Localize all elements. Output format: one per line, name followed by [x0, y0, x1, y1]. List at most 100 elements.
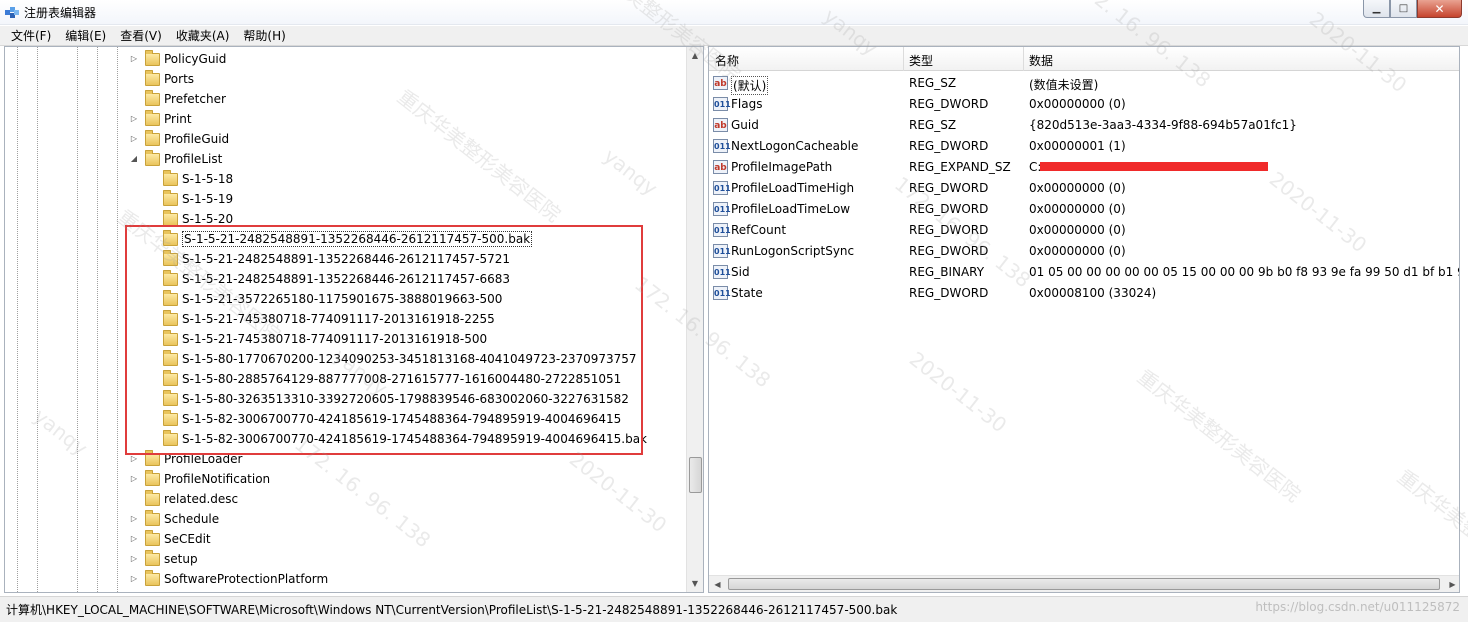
value-name: ProfileLoadTimeLow: [731, 202, 851, 216]
registry-editor-icon: [5, 7, 19, 18]
redaction-mark: [1040, 162, 1268, 171]
tree-item[interactable]: ▷ SoftwareProtectionPlatform: [5, 569, 665, 589]
tree-item[interactable]: ▷ ProfileGuid: [5, 129, 665, 149]
folder-icon: [163, 190, 178, 206]
collapsed-arrow-icon[interactable]: ▷: [129, 114, 139, 124]
tree-item[interactable]: ▷ Schedule: [5, 509, 665, 529]
value-type: REG_EXPAND_SZ: [909, 160, 1011, 174]
tree-item-label: Schedule: [164, 512, 220, 526]
value-name: ProfileLoadTimeHigh: [731, 181, 855, 195]
binary-value-icon: 011: [713, 181, 731, 195]
value-row[interactable]: 011 Sid REG_BINARY 01 05 00 00 00 00 00 05 …: [709, 262, 1459, 283]
tree-item-label: setup: [164, 552, 198, 566]
window-title: 注册表编辑器: [24, 6, 97, 20]
value-row[interactable]: 011 RefCount REG_DWORD 0x00000000 (0): [709, 220, 1459, 241]
tree-item[interactable]: ▷ setup: [5, 549, 665, 569]
tree-item[interactable]: ▷ ProfileNotification: [5, 469, 665, 489]
column-type[interactable]: 类型: [909, 52, 933, 69]
expanded-arrow-icon[interactable]: ◢: [129, 154, 139, 164]
status-bar-path: 计算机\HKEY_LOCAL_MACHINE\SOFTWARE\Microsof…: [0, 596, 1468, 622]
tree-item[interactable]: ◢ ProfileList: [5, 149, 665, 169]
value-row[interactable]: 011 RunLogonScriptSync REG_DWORD 0x00000000…: [709, 241, 1459, 262]
value-type: REG_DWORD: [909, 181, 989, 195]
menu-bar: 文件(F) 编辑(E) 查看(V) 收藏夹(A) 帮助(H): [0, 26, 1468, 46]
collapsed-arrow-icon[interactable]: ▷: [129, 54, 139, 64]
binary-value-icon: 011: [713, 244, 731, 258]
column-name[interactable]: 名称: [715, 52, 739, 69]
binary-value-icon: 011: [713, 97, 731, 111]
value-data: {820d513e-3aa3-4334-9f88-694b57a01fc1}: [1029, 118, 1297, 132]
value-type: REG_DWORD: [909, 286, 989, 300]
scroll-up-icon[interactable]: ▲: [687, 47, 703, 64]
folder-icon: [145, 70, 160, 86]
value-name: Sid: [731, 265, 750, 279]
tree-item-label: SeCEdit: [164, 532, 211, 546]
value-row[interactable]: ab (默认) REG_SZ (数值未设置): [709, 73, 1459, 95]
close-button[interactable]: ✕: [1417, 0, 1462, 18]
tree-vertical-scrollbar[interactable]: ▲ ▼: [686, 47, 703, 592]
tree-item[interactable]: Prefetcher: [5, 89, 665, 109]
value-row[interactable]: 011 Flags REG_DWORD 0x00000000 (0): [709, 94, 1459, 115]
value-name: RunLogonScriptSync: [731, 244, 855, 258]
tree-item[interactable]: S-1-5-19: [5, 189, 665, 209]
maximize-button[interactable]: □: [1390, 0, 1417, 18]
tree-item-label: S-1-5-20: [182, 212, 234, 226]
folder-icon: [145, 150, 160, 166]
folder-icon: [163, 170, 178, 186]
tree-item-label: ProfileGuid: [164, 132, 230, 146]
value-name: (默认): [731, 76, 769, 95]
value-row[interactable]: 011 State REG_DWORD 0x00008100 (33024): [709, 283, 1459, 304]
tree-item[interactable]: ▷ Print: [5, 109, 665, 129]
collapsed-arrow-icon[interactable]: ▷: [129, 554, 139, 564]
folder-icon: [145, 510, 160, 526]
value-row[interactable]: 011 NextLogonCacheable REG_DWORD 0x00000001…: [709, 136, 1459, 157]
scroll-thumb[interactable]: [728, 578, 1440, 590]
key-tree-pane[interactable]: ▷ PolicyGuid Ports Prefetcher ▷ Print ▷ Profile…: [4, 46, 704, 593]
value-row[interactable]: 011 ProfileLoadTimeHigh REG_DWORD 0x0000000…: [709, 178, 1459, 199]
tree-item-label: ProfileNotification: [164, 472, 271, 486]
tree-item[interactable]: S-1-5-18: [5, 169, 665, 189]
collapsed-arrow-icon[interactable]: ▷: [129, 454, 139, 464]
tree-item-label: Print: [164, 112, 192, 126]
tree-item-label: ProfileList: [164, 152, 223, 166]
scroll-right-icon[interactable]: ▶: [1444, 576, 1459, 592]
column-data[interactable]: 数据: [1029, 52, 1053, 69]
value-row[interactable]: 011 ProfileLoadTimeLow REG_DWORD 0x00000000…: [709, 199, 1459, 220]
binary-value-icon: 011: [713, 202, 731, 216]
tree-item[interactable]: Ports: [5, 69, 665, 89]
value-data: 0x00000000 (0): [1029, 181, 1126, 195]
values-horizontal-scrollbar[interactable]: ◀ ▶: [709, 575, 1459, 592]
minimize-button[interactable]: ▁: [1363, 0, 1390, 18]
folder-icon: [145, 90, 160, 106]
tree-item[interactable]: ▷ SeCEdit: [5, 529, 665, 549]
value-row[interactable]: ab Guid REG_SZ {820d513e-3aa3-4334-9f88-694…: [709, 115, 1459, 136]
menu-help[interactable]: 帮助(H): [236, 27, 292, 44]
scroll-left-icon[interactable]: ◀: [709, 576, 726, 592]
tree-item-label: related.desc: [164, 492, 239, 506]
folder-icon: [145, 570, 160, 586]
scroll-thumb[interactable]: [689, 457, 702, 493]
folder-icon: [145, 530, 160, 546]
tree-item[interactable]: ▷ PolicyGuid: [5, 49, 665, 69]
value-data: 0x00000001 (1): [1029, 139, 1126, 153]
collapsed-arrow-icon[interactable]: ▷: [129, 574, 139, 584]
string-value-icon: ab: [713, 76, 728, 90]
value-type: REG_DWORD: [909, 244, 989, 258]
collapsed-arrow-icon[interactable]: ▷: [129, 534, 139, 544]
scroll-down-icon[interactable]: ▼: [687, 575, 703, 592]
menu-favorites[interactable]: 收藏夹(A): [169, 27, 237, 44]
collapsed-arrow-icon[interactable]: ▷: [129, 474, 139, 484]
menu-file[interactable]: 文件(F): [4, 27, 58, 44]
menu-edit[interactable]: 编辑(E): [58, 27, 113, 44]
tree-item-label: Ports: [164, 72, 195, 86]
menu-view[interactable]: 查看(V): [113, 27, 169, 44]
tree-item[interactable]: related.desc: [5, 489, 665, 509]
string-value-icon: ab: [713, 118, 728, 132]
collapsed-arrow-icon[interactable]: ▷: [129, 514, 139, 524]
watermark-url: https://blog.csdn.net/u011125872: [1255, 600, 1460, 614]
value-data: 0x00000000 (0): [1029, 97, 1126, 111]
value-name: Guid: [731, 118, 759, 132]
values-pane[interactable]: 名称 类型 数据 ab (默认) REG_SZ (数值未设置) 011 Flags REG_…: [708, 46, 1460, 593]
collapsed-arrow-icon[interactable]: ▷: [129, 134, 139, 144]
binary-value-icon: 011: [713, 223, 731, 237]
